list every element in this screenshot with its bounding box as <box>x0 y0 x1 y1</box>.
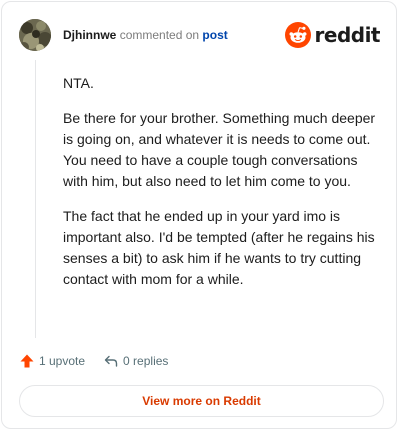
reddit-logo[interactable]: reddit <box>284 21 381 49</box>
reddit-snoo-icon <box>284 22 311 48</box>
comment-header: Djhinnwe commented on post <box>63 27 228 43</box>
replies-count: 0 replies <box>123 354 169 368</box>
post-link[interactable]: post <box>202 28 227 42</box>
upvote-button[interactable]: 1 upvote <box>19 353 85 369</box>
comment-actions: 1 upvote 0 replies <box>19 352 168 370</box>
username[interactable]: Djhinnwe <box>63 28 116 42</box>
thread-line <box>35 60 36 338</box>
avatar[interactable] <box>19 19 51 51</box>
comment-paragraph: The fact that he ended up in your yard i… <box>63 208 375 287</box>
comment-paragraph: NTA. <box>63 75 94 91</box>
view-more-label: View more on Reddit <box>142 394 261 408</box>
upvote-arrow-icon <box>20 354 34 368</box>
replies-button[interactable]: 0 replies <box>103 353 168 369</box>
embedded-comment-card: Djhinnwe commented on post reddit NTA. B… <box>1 1 397 429</box>
reddit-wordmark: reddit <box>314 23 381 47</box>
upvote-count: 1 upvote <box>39 354 86 368</box>
commented-on-text: commented on <box>119 28 200 42</box>
comment-body: NTA. Be there for your brother. Somethin… <box>63 73 381 304</box>
comment-paragraph: Be there for your brother. Something muc… <box>63 110 376 189</box>
avatar-image <box>19 19 51 51</box>
view-more-button[interactable]: View more on Reddit <box>19 385 384 417</box>
reply-arrow-icon <box>104 355 118 367</box>
